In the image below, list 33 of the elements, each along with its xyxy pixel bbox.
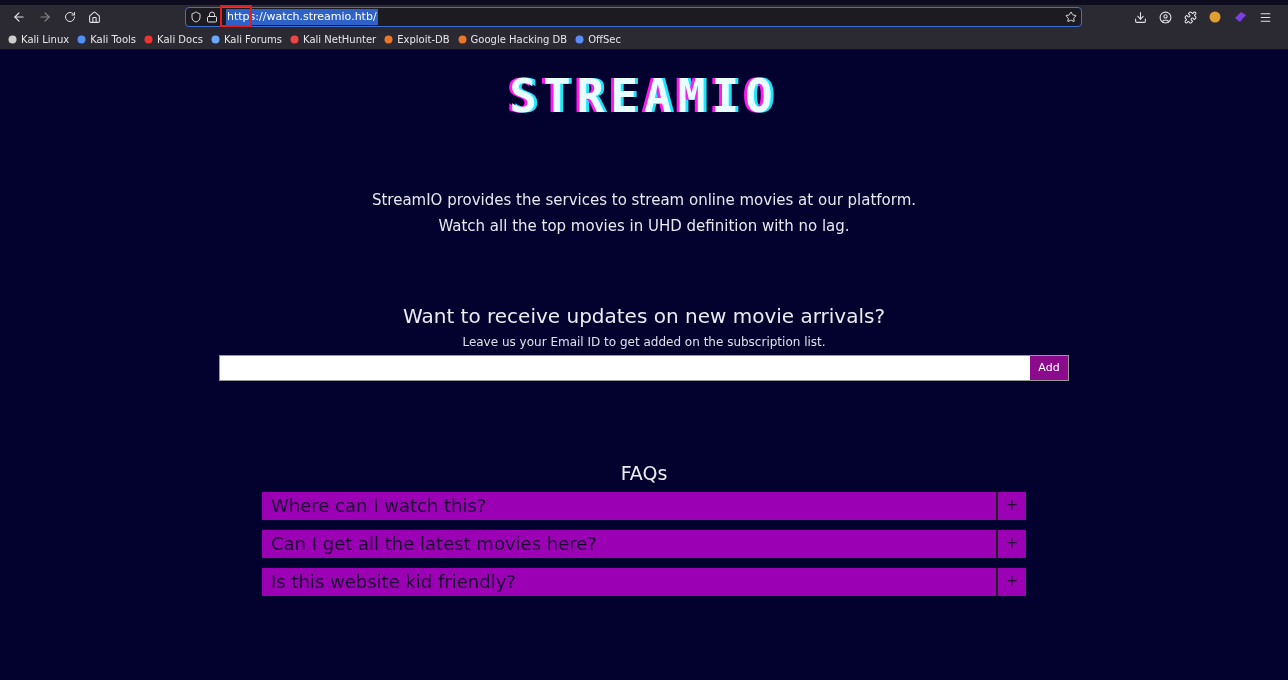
forward-icon[interactable] [38,10,52,24]
bookmark-icon [575,34,585,44]
subscribe-heading: Want to receive updates on new movie arrivals? [402,303,886,330]
bookmark-icon [210,34,220,44]
download-icon[interactable] [1134,10,1147,24]
bookmark-item[interactable]: Kali Forums [210,31,283,47]
account-icon[interactable] [1159,10,1172,24]
intro-text: Watch all the top movies in UHD definition with no lag. [438,215,850,237]
extensions-icon[interactable] [1184,10,1197,24]
reload-icon[interactable] [64,11,76,23]
logo: STREAMIO [509,68,779,125]
bookmark-icon [384,34,394,44]
bookmark-item[interactable]: Exploit-DB [384,31,450,47]
bookmark-icon [290,34,300,44]
bookmark-item[interactable]: Kali Linux [8,31,70,47]
bookmark-icon [457,34,467,44]
home-icon[interactable] [88,10,101,24]
bookmark-icon [77,34,87,44]
lock-icon [206,11,218,23]
bookmark-item[interactable]: Google Hacking DB [457,31,568,47]
bookmark-item[interactable]: Kali NetHunter [290,31,377,47]
bookmark-icon [144,34,154,44]
faq-title: FAQs [620,461,668,486]
menu-icon[interactable] [1259,10,1272,24]
subscribe-subtext: Leave us your Email ID to get added on the subscription list. [462,334,826,351]
bookmark-item[interactable]: OffSec [575,31,621,47]
back-icon[interactable] [12,10,26,24]
bookmark-item[interactable]: Kali Tools [77,31,137,47]
bookmark-item[interactable]: Kali Docs [144,31,203,47]
shield-icon [190,11,202,23]
bookmark-icon [8,34,17,44]
intro-text: StreamIO provides the services to stream online movies at our platform. [371,190,917,211]
bookmark-star-icon[interactable] [1065,11,1077,23]
